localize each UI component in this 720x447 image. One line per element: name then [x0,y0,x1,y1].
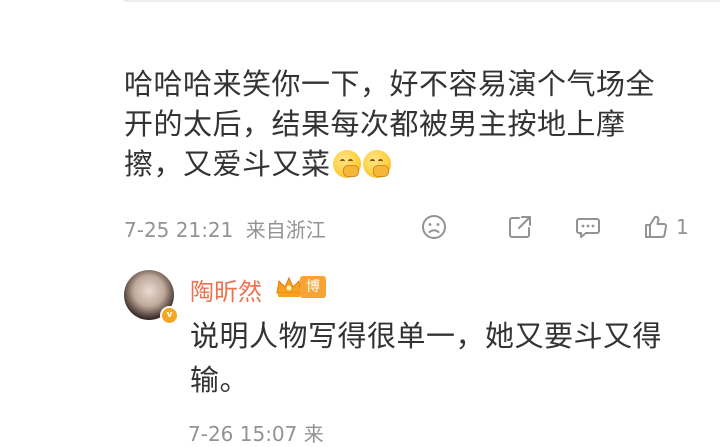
reply-username[interactable]: 陶昕然 [190,272,262,307]
dislike-button[interactable] [420,211,448,243]
thinking-emoji [362,150,391,178]
sad-face-icon [422,215,446,239]
thumbs-up-icon [645,215,668,238]
thinking-emoji [332,150,361,178]
comment-meta: 7-25 21:21 来自浙江 [124,214,326,243]
blogger-badge: 博主 [300,276,326,317]
reply-meta: 7-26 15:07 来 [188,422,324,446]
share-icon [509,216,531,238]
like-count: 1 [676,215,689,239]
verified-badge-icon: v [160,306,179,325]
comment-location: 来自浙江 [245,218,326,242]
divider [124,0,720,2]
like-button[interactable]: 1 [642,211,689,243]
comment-icon [576,218,600,238]
share-button[interactable] [506,211,534,243]
comment-timestamp: 7-25 21:21 [124,218,234,242]
comment-button[interactable] [574,211,602,243]
reply-text: 说明人物写得很单一，她又要斗又得输。 [190,319,663,397]
comment-content: 哈哈哈来笑你一下，好不容易演个气场全开的太后，结果每次都被男主按地上摩擦，又爱斗… [124,64,684,184]
